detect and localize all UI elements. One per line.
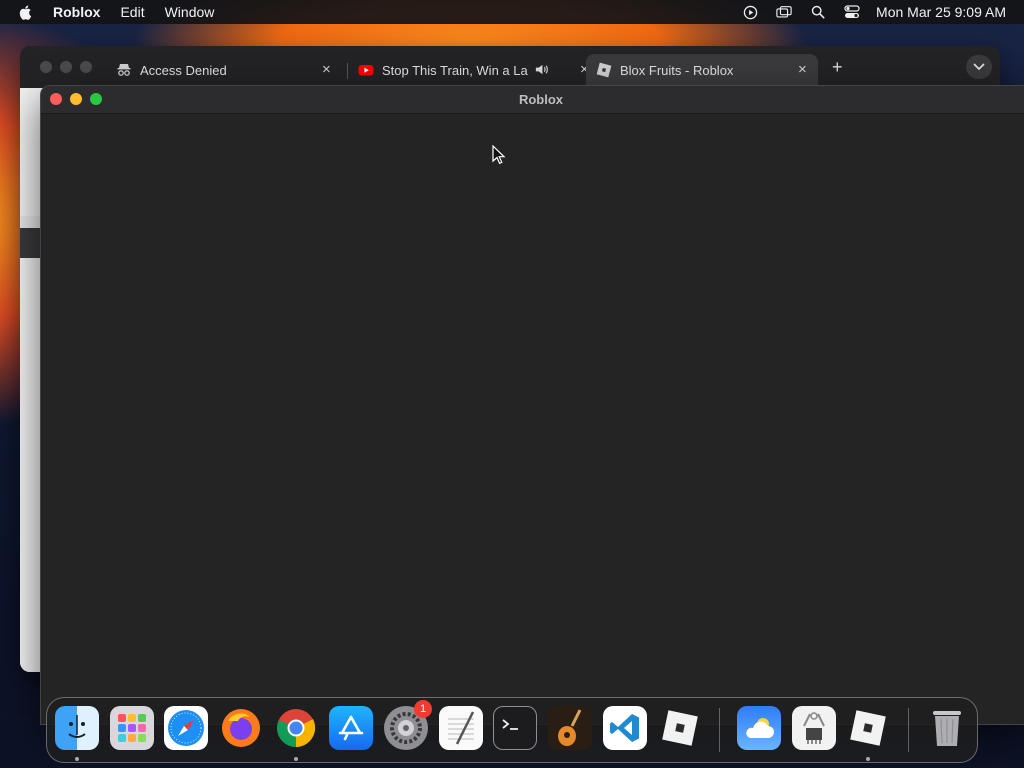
firefox-icon[interactable] bbox=[219, 706, 263, 750]
notification-badge: 1 bbox=[414, 700, 432, 718]
safari-icon[interactable] bbox=[164, 706, 208, 750]
chrome-icon[interactable] bbox=[274, 706, 318, 750]
screen-mirror-icon[interactable] bbox=[776, 4, 792, 20]
app-store-icon[interactable] bbox=[329, 706, 373, 750]
browser-zoom-button[interactable] bbox=[80, 61, 92, 73]
system-settings-icon[interactable]: 1 bbox=[384, 700, 432, 750]
menu-bar-clock[interactable]: Mon Mar 25 9:09 AM bbox=[876, 4, 1006, 20]
dock-divider bbox=[908, 708, 909, 752]
vscode-icon[interactable] bbox=[603, 706, 647, 750]
browser-toolbar bbox=[20, 88, 42, 216]
browser-window-controls bbox=[40, 61, 92, 73]
textedit-icon[interactable] bbox=[439, 706, 483, 750]
garageband-icon[interactable] bbox=[548, 706, 592, 750]
mouse-cursor-icon bbox=[492, 145, 506, 165]
new-tab-button[interactable]: + bbox=[832, 57, 843, 78]
browser-tab-blox-fruits[interactable]: Blox Fruits - Roblox × bbox=[586, 54, 818, 86]
control-center-icon[interactable] bbox=[844, 4, 860, 20]
system-information-icon[interactable] bbox=[792, 706, 836, 750]
browser-tab-access-denied[interactable]: Access Denied × bbox=[116, 54, 344, 86]
roblox-title-bar[interactable]: Roblox bbox=[41, 86, 1024, 114]
roblox-player-icon[interactable] bbox=[846, 706, 890, 750]
roblox-icon[interactable] bbox=[658, 706, 702, 750]
spotlight-search-icon[interactable] bbox=[810, 4, 826, 20]
finder-icon[interactable] bbox=[55, 706, 99, 750]
running-indicator bbox=[294, 757, 298, 761]
roblox-favicon bbox=[596, 62, 612, 78]
screen-record-icon[interactable] bbox=[742, 4, 758, 20]
tab-label: Stop This Train, Win a Lar bbox=[382, 62, 528, 78]
tab-search-button[interactable] bbox=[966, 55, 992, 79]
running-indicator bbox=[75, 757, 79, 761]
youtube-favicon bbox=[358, 65, 374, 76]
browser-page-body bbox=[20, 258, 42, 672]
terminal-icon[interactable] bbox=[493, 706, 537, 750]
running-indicator bbox=[866, 757, 870, 761]
tab-label: Access Denied bbox=[140, 62, 227, 78]
dock-divider bbox=[719, 708, 720, 752]
tab-close-button[interactable]: × bbox=[322, 61, 331, 78]
incognito-favicon bbox=[117, 64, 131, 76]
browser-minimize-button[interactable] bbox=[60, 61, 72, 73]
dock: 1 bbox=[46, 697, 978, 763]
browser-tab-youtube[interactable]: Stop This Train, Win a Lar × bbox=[358, 54, 589, 86]
menu-bar: Roblox Edit Window Mon Mar 25 9:09 AM bbox=[0, 0, 1024, 24]
menu-edit[interactable]: Edit bbox=[120, 4, 144, 20]
tab-separator bbox=[347, 63, 348, 79]
browser-close-button[interactable] bbox=[40, 61, 52, 73]
launchpad-icon[interactable] bbox=[110, 706, 154, 750]
weather-icon[interactable] bbox=[737, 706, 781, 750]
menu-app-name[interactable]: Roblox bbox=[53, 4, 100, 20]
apple-icon[interactable] bbox=[18, 4, 34, 20]
roblox-window: Roblox bbox=[40, 85, 1024, 725]
tab-close-button[interactable]: × bbox=[798, 61, 807, 78]
roblox-game-canvas[interactable] bbox=[41, 115, 1024, 724]
menu-window[interactable]: Window bbox=[165, 4, 215, 20]
trash-icon[interactable] bbox=[925, 706, 969, 750]
tab-label: Blox Fruits - Roblox bbox=[620, 62, 734, 78]
browser-tab-bar: Access Denied × Stop This Train, Win a L… bbox=[20, 46, 1000, 88]
roblox-window-title: Roblox bbox=[518, 92, 564, 107]
audio-playing-icon[interactable] bbox=[534, 62, 549, 80]
chevron-down-icon bbox=[973, 63, 985, 71]
browser-page-header bbox=[20, 228, 42, 258]
